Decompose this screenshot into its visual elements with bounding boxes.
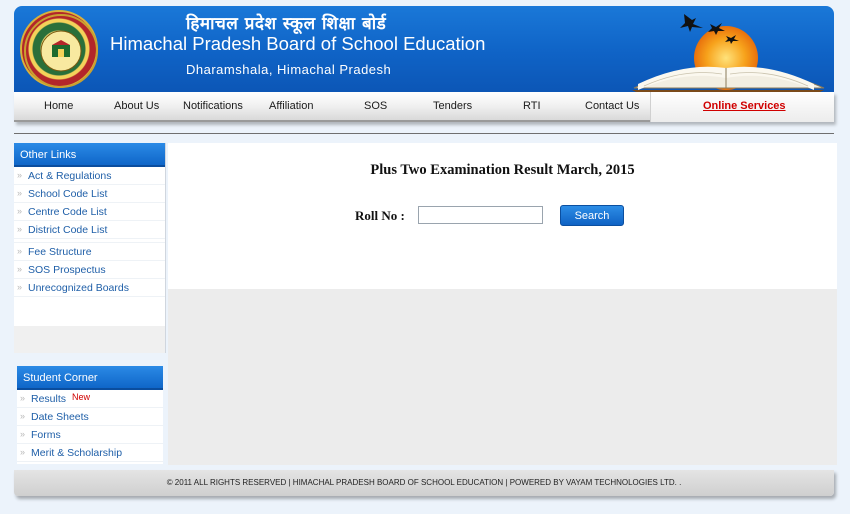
new-badge: New bbox=[72, 392, 91, 402]
site-footer: © 2011 ALL RIGHTS RESERVED | HIMACHAL PR… bbox=[14, 470, 834, 496]
student-corner-heading: Student Corner bbox=[17, 366, 163, 390]
nav-notifications[interactable]: Notifications bbox=[183, 100, 243, 112]
sidebar-item-label: Forms bbox=[31, 429, 61, 441]
sidebar-item-centre-code-list[interactable]: » Centre Code List bbox=[14, 203, 165, 221]
search-button[interactable]: Search bbox=[560, 205, 624, 226]
content-background bbox=[168, 289, 837, 465]
double-chevron-right-icon: » bbox=[17, 282, 23, 292]
double-chevron-right-icon: » bbox=[17, 264, 23, 274]
roll-no-label: Roll No : bbox=[355, 208, 405, 223]
sidebar-item-act-regulations[interactable]: » Act & Regulations bbox=[14, 167, 165, 185]
double-chevron-right-icon: » bbox=[20, 411, 26, 421]
main-nav: Home About Us Notifications Affiliation … bbox=[14, 92, 834, 122]
sidebar-item-label: District Code List bbox=[28, 224, 108, 236]
result-search-panel: Plus Two Examination Result March, 2015 … bbox=[168, 143, 837, 289]
student-corner-panel: Student Corner » Results New » Date Shee… bbox=[17, 366, 163, 464]
sidebar-item-merit-scholarship[interactable]: » Merit & Scholarship bbox=[17, 444, 163, 462]
nav-online-services[interactable]: Online Services bbox=[703, 100, 786, 112]
sidebar-item-label: Merit & Scholarship bbox=[31, 447, 123, 459]
sidebar-item-label: School Code List bbox=[28, 188, 108, 200]
sidebar-item-district-code-list[interactable]: » District Code List bbox=[14, 221, 165, 239]
sidebar-item-label: SOS Prospectus bbox=[28, 264, 106, 276]
sidebar-item-school-code-list[interactable]: » School Code List bbox=[14, 185, 165, 203]
nav-home[interactable]: Home bbox=[44, 100, 73, 112]
sidebar-item-results[interactable]: » Results New bbox=[17, 390, 163, 408]
sidebar-footer-strip bbox=[14, 326, 165, 353]
double-chevron-right-icon: » bbox=[20, 447, 26, 457]
double-chevron-right-icon: » bbox=[20, 429, 26, 439]
nav-tenders[interactable]: Tenders bbox=[433, 100, 472, 112]
sidebar-item-label: Centre Code List bbox=[28, 206, 107, 218]
double-chevron-right-icon: » bbox=[20, 393, 26, 403]
nav-affiliation[interactable]: Affiliation bbox=[269, 100, 313, 112]
sidebar-item-forms[interactable]: » Forms bbox=[17, 426, 163, 444]
footer-copyright: © 2011 ALL RIGHTS RESERVED | HIMACHAL PR… bbox=[166, 478, 682, 487]
sidebar-item-label: Date Sheets bbox=[31, 411, 89, 423]
other-links-panel: Other Links » Act & Regulations » School… bbox=[14, 143, 166, 353]
double-chevron-right-icon: » bbox=[17, 224, 23, 234]
double-chevron-right-icon: » bbox=[17, 170, 23, 180]
site-subtitle: Dharamshala, Himachal Pradesh bbox=[186, 62, 392, 77]
other-links-heading: Other Links bbox=[14, 143, 165, 167]
nav-online-services-area: Online Services bbox=[650, 92, 834, 122]
site-title-hindi: हिमाचल प्रदेश स्कूल शिक्षा बोर्ड bbox=[186, 14, 387, 34]
nav-contact-us[interactable]: Contact Us bbox=[585, 100, 639, 112]
nav-sos[interactable]: SOS bbox=[364, 100, 387, 112]
double-chevron-right-icon: » bbox=[17, 206, 23, 216]
site-title: Himachal Pradesh Board of School Educati… bbox=[110, 33, 486, 54]
nav-rti[interactable]: RTI bbox=[523, 100, 541, 112]
double-chevron-right-icon: » bbox=[17, 188, 23, 198]
header-divider bbox=[14, 133, 834, 134]
double-chevron-right-icon: » bbox=[17, 246, 23, 256]
sidebar-item-label: Fee Structure bbox=[28, 246, 92, 258]
site-header: हिमाचल प्रदेश स्कूल शिक्षा बोर्ड Himacha… bbox=[14, 6, 834, 92]
nav-about-us[interactable]: About Us bbox=[114, 100, 159, 112]
sidebar-item-unrecognized-boards[interactable]: » Unrecognized Boards bbox=[14, 279, 165, 297]
sidebar-item-label: Unrecognized Boards bbox=[28, 282, 129, 294]
sidebar-item-label: Results bbox=[31, 393, 67, 405]
sidebar-item-fee-structure[interactable]: » Fee Structure bbox=[14, 243, 165, 261]
page-title: Plus Two Examination Result March, 2015 bbox=[370, 162, 635, 178]
sidebar-item-date-sheets[interactable]: » Date Sheets bbox=[17, 408, 163, 426]
sidebar-item-label: Act & Regulations bbox=[28, 170, 112, 182]
sidebar-item-sos-prospectus[interactable]: » SOS Prospectus bbox=[14, 261, 165, 279]
roll-no-input[interactable] bbox=[418, 206, 543, 224]
book-sunrise-illustration-icon bbox=[632, 14, 825, 92]
page: हिमाचल प्रदेश स्कूल शिक्षा बोर्ड Himacha… bbox=[0, 0, 850, 514]
board-logo-icon bbox=[20, 10, 98, 88]
